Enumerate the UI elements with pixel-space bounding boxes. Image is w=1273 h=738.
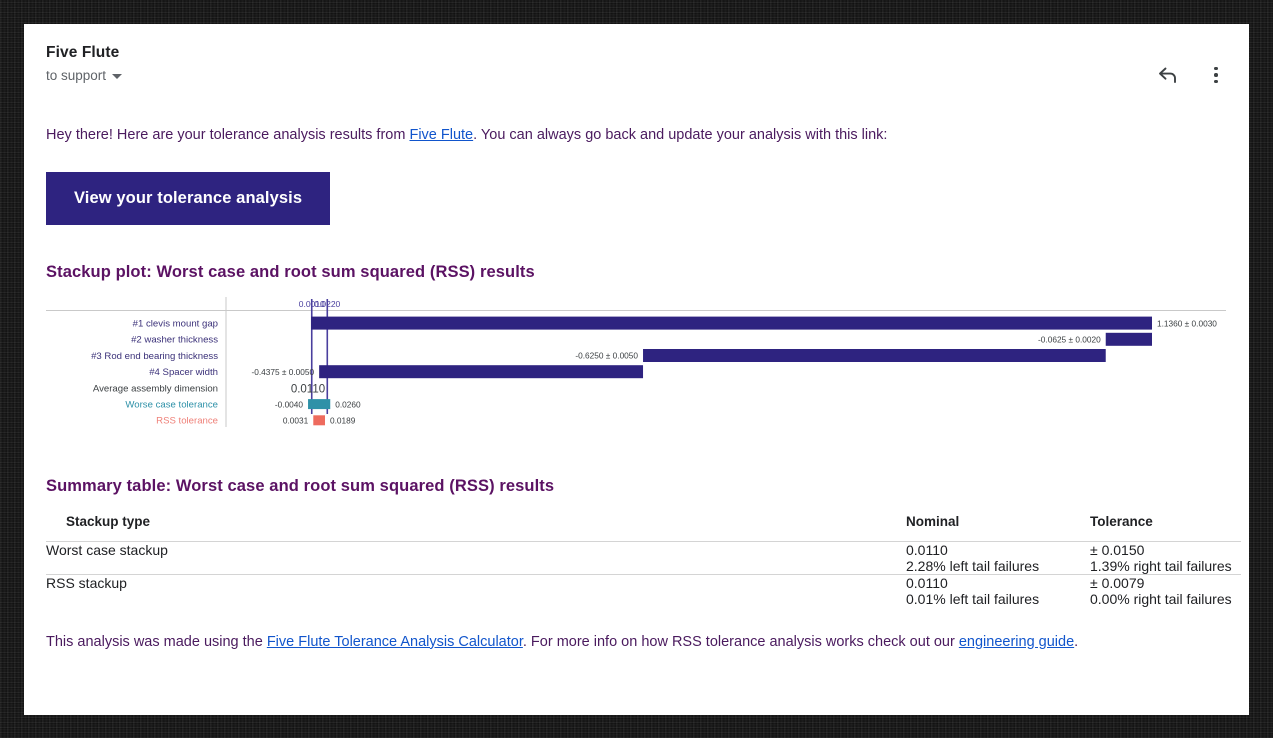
column-header-nominal: Nominal: [906, 513, 1090, 542]
chart-tolerance-bar: [313, 414, 325, 425]
chart-value-label: -0.0625 ± 0.0020: [1038, 334, 1101, 344]
stackup-plot: 0.0010 0.0220 #1 clevis mount gap 1.1360 ± …: [46, 296, 1226, 447]
chart-value-label-low: 0.0031: [283, 415, 309, 425]
chart-value-label: -0.4375 ± 0.0050: [251, 366, 314, 376]
footer-text-3: .: [1074, 633, 1079, 650]
reply-arrow-icon: [1159, 67, 1176, 83]
calculator-link[interactable]: Five Flute Tolerance Analysis Calculator: [267, 634, 523, 650]
cell-stackup-type: RSS stackup: [46, 573, 906, 591]
recipient-label: to support: [46, 68, 107, 83]
cell-empty: [46, 591, 906, 607]
chart-bar: [643, 348, 1106, 362]
chart-value-label: -0.6250 ± 0.0050: [575, 350, 638, 360]
reply-button[interactable]: [1157, 64, 1179, 86]
cell-nominal: 0.0110: [906, 573, 1090, 591]
screen-frame: Five Flute to support Hey there! Here ar…: [0, 0, 1273, 738]
cell-nominal: 0.0110: [906, 541, 948, 558]
email-card: Five Flute to support Hey there! Here ar…: [24, 24, 1249, 715]
chart-category-label: Average assembly dimension: [93, 383, 218, 394]
chart-category-label: RSS tolerance: [156, 415, 218, 426]
cell-right-tail: 1.39% right tail failures: [1090, 557, 1232, 574]
chart-category-label: #3 Rod end bearing thickness: [91, 350, 218, 361]
cell-tolerance: ± 0.0079: [1090, 573, 1241, 591]
table-row: RSS stackup 0.0110 ± 0.0079: [46, 573, 1241, 591]
table-row-subline: 2.28% left tail failures 1.39% right tai…: [46, 558, 1241, 575]
chart-bar: [1105, 332, 1152, 346]
five-flute-link[interactable]: Five Flute: [409, 127, 473, 143]
chart-value-label-low: -0.0040: [275, 399, 304, 409]
view-tolerance-analysis-button[interactable]: View your tolerance analysis: [46, 171, 331, 225]
cell-empty: [46, 558, 906, 575]
cell-left-tail: 2.28% left tail failures: [906, 557, 1040, 574]
chart-tolerance-bar: [308, 398, 331, 409]
recipient-row[interactable]: to support: [46, 68, 1225, 83]
chart-bar: [319, 364, 644, 378]
email-body: Hey there! Here are your tolerance analy…: [24, 126, 1249, 652]
kebab-menu-icon: [1214, 66, 1218, 84]
intro-paragraph: Hey there! Here are your tolerance analy…: [46, 126, 1225, 146]
chart-value-label: 1.1360 ± 0.0030: [1157, 318, 1217, 328]
footer-text-1: This analysis was made using the: [46, 633, 267, 650]
stackup-plot-svg: 0.00100.0220#1 clevis mount gap 1.1360 ± …: [46, 296, 1226, 427]
table-row: Worst case stackup 0.0110 ± 0.0150: [46, 541, 1241, 558]
cell-stackup-type: Worst case stackup: [46, 541, 168, 558]
chart-category-label: #2 washer thickness: [131, 334, 218, 345]
chart-category-label: #4 Spacer width: [149, 367, 218, 378]
footer-paragraph: This analysis was made using the Five Fl…: [46, 633, 1225, 653]
intro-text-2: . You can always go back and update your…: [473, 127, 888, 143]
summary-table: Stackup type Nominal Tolerance Worst cas…: [46, 513, 1241, 607]
footer-text-2: . For more info on how RSS tolerance ana…: [522, 633, 959, 650]
cell-tolerance: ± 0.0150: [1090, 541, 1145, 558]
chart-value-label-high: 0.0189: [330, 415, 356, 425]
chart-value-label-high: 0.0260: [335, 399, 361, 409]
chart-category-label: #1 clevis mount gap: [133, 318, 218, 329]
cell-left-tail: 0.01% left tail failures: [906, 590, 1040, 607]
cell-right-tail: 0.00% right tail failures: [1090, 590, 1232, 607]
chart-bar: [311, 316, 1152, 330]
summary-table-title: Summary table: Worst case and root sum s…: [46, 476, 555, 495]
engineering-guide-link[interactable]: engineering guide: [959, 634, 1074, 650]
table-row-subline: 0.01% left tail failures 0.00% right tai…: [46, 591, 1241, 607]
chart-value-label: 0.0110: [291, 383, 325, 395]
sender-name: Five Flute: [46, 44, 120, 61]
column-header-stackup-type: Stackup type: [46, 513, 906, 542]
header-actions: [1157, 64, 1227, 86]
axis-tick-label: 0.0220: [314, 299, 340, 309]
email-header: Five Flute to support: [24, 24, 1249, 98]
table-header-row: Stackup type Nominal Tolerance: [46, 513, 1241, 542]
stackup-plot-title: Stackup plot: Worst case and root sum sq…: [46, 262, 535, 281]
intro-text-1: Hey there! Here are your tolerance analy…: [46, 127, 410, 143]
chevron-down-icon[interactable]: [112, 74, 123, 79]
more-options-button[interactable]: [1205, 64, 1227, 86]
chart-category-label: Worse case tolerance: [125, 399, 218, 410]
column-header-tolerance: Tolerance: [1090, 513, 1241, 542]
